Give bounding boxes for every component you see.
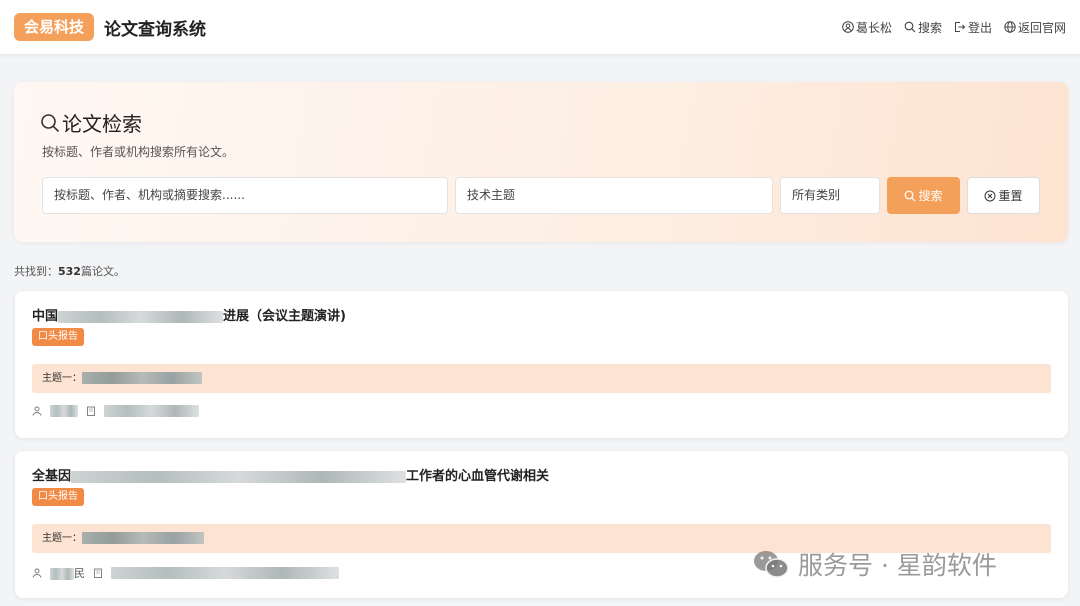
nav-user[interactable]: 葛长松: [842, 19, 892, 36]
watermark-text: 服务号 · 星韵软件: [798, 551, 997, 580]
close-circle-icon: [984, 190, 996, 201]
paper-title-start: 全基因: [32, 469, 72, 484]
search-title: 论文检索: [40, 108, 142, 137]
redacted-text: [50, 405, 78, 417]
search-panel: 论文检索 按标题、作者或机构搜索所有论文。 按标题、作者、机构或摘要搜索....…: [14, 82, 1068, 242]
search-title-text: 论文检索: [62, 112, 142, 136]
presentation-type-badge: 口头报告: [32, 488, 84, 506]
paper-title-end: 工作者的心血管代谢相关: [406, 469, 550, 484]
redacted-text: [82, 372, 202, 384]
redacted-text: [111, 567, 339, 579]
person-icon: [32, 406, 42, 416]
search-icon: [905, 190, 916, 201]
search-icon: [41, 113, 60, 132]
result-count-suffix: 篇论文。: [80, 265, 125, 278]
author-name: 民: [50, 565, 85, 581]
logout-icon: [954, 22, 966, 32]
nav-user-label: 葛长松: [855, 20, 892, 35]
paper-title[interactable]: 中国 进展（会议主题演讲): [32, 305, 346, 324]
search-subtitle: 按标题、作者或机构搜索所有论文。: [42, 145, 235, 159]
result-count-prefix: 共找到：: [14, 265, 58, 278]
nav-search[interactable]: 搜索: [904, 19, 942, 36]
search-button[interactable]: 搜索: [887, 177, 960, 214]
topic-label: 主题一：: [42, 373, 82, 384]
topic-input[interactable]: 技术主题: [455, 177, 773, 214]
top-nav: 葛长松 搜索 登出 返回官网: [842, 19, 1066, 36]
nav-homepage-label: 返回官网: [1017, 20, 1066, 35]
redacted-text: [71, 470, 407, 483]
brand-logo[interactable]: 会易科技: [14, 13, 95, 41]
topic-bar: 主题一：: [32, 364, 1051, 393]
wechat-icon: [754, 551, 789, 578]
keyword-search-input[interactable]: 按标题、作者、机构或摘要搜索......: [42, 177, 448, 214]
redacted-text: [82, 532, 204, 544]
search-icon: [904, 21, 916, 33]
topic-label: 主题一：: [42, 533, 82, 544]
category-select[interactable]: 所有类别: [780, 177, 880, 214]
paper-title-start: 中国: [32, 309, 59, 324]
paper-card[interactable]: 中国 进展（会议主题演讲) 口头报告 主题一：: [15, 291, 1068, 438]
reset-button-label: 重置: [998, 189, 1023, 203]
nav-logout[interactable]: 登出: [954, 19, 992, 36]
paper-meta: [32, 405, 199, 417]
nav-homepage[interactable]: 返回官网: [1004, 19, 1066, 36]
watermark: 服务号 · 星韵软件: [752, 546, 997, 582]
author-name-end: 民: [74, 567, 85, 580]
result-count: 共找到：532篇论文。: [14, 263, 125, 279]
search-button-label: 搜索: [918, 189, 943, 203]
top-header: 会易科技 论文查询系统 葛长松 搜索 登出 返回官网: [0, 0, 1080, 54]
reset-button[interactable]: 重置: [967, 177, 1040, 214]
globe-icon: [1004, 21, 1016, 33]
paper-title[interactable]: 全基因 工作者的心血管代谢相关: [32, 465, 549, 484]
paper-title-end: 进展（会议主题演讲): [223, 309, 346, 324]
user-icon: [842, 21, 854, 33]
building-icon: [87, 406, 95, 416]
nav-logout-label: 登出: [967, 20, 992, 35]
presentation-type-badge: 口头报告: [32, 328, 84, 346]
result-count-number: 532: [58, 265, 81, 278]
paper-meta: 民: [32, 565, 339, 581]
person-icon: [32, 568, 42, 578]
redacted-text: [104, 405, 199, 417]
building-icon: [94, 568, 102, 578]
redacted-text: [58, 310, 224, 323]
redacted-text: [50, 568, 74, 580]
nav-search-label: 搜索: [917, 20, 942, 35]
app-title: 论文查询系统: [104, 19, 207, 40]
